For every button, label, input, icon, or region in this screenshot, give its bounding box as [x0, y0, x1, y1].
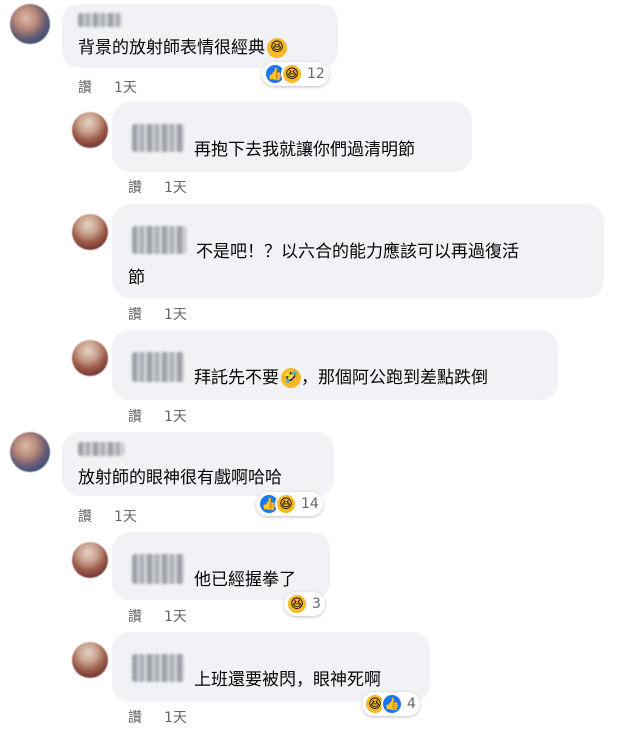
like-link[interactable]: 讚: [78, 509, 92, 525]
like-link[interactable]: 讚: [128, 609, 142, 625]
comment-text: 背景的放射師表情很經典 😆: [78, 36, 287, 60]
commenter-name[interactable]: [132, 124, 184, 152]
comment-actions: 讚 1天: [128, 304, 209, 324]
comment-bubble: 拜託先不要 🤣 ，那個阿公跑到差點跌倒: [112, 330, 558, 400]
laughing-emoji-icon: 😆: [267, 38, 287, 58]
comment-bubble: 他已經握拳了: [112, 532, 330, 600]
rolling-laughing-emoji-icon: 🤣: [281, 368, 301, 388]
reaction-summary[interactable]: 😆 👍 4: [362, 692, 420, 716]
commenter-name[interactable]: [132, 654, 184, 682]
reaction-count: 3: [312, 596, 321, 612]
laughing-face-icon: 😆: [286, 593, 308, 615]
comment-actions: 讚 1天: [128, 707, 209, 727]
comment-bubble: 放射師的眼神很有戲啊哈哈: [62, 432, 334, 496]
comment-text: 不是吧！？以六合的能力應該可以再過復活: [196, 242, 519, 262]
avatar[interactable]: [72, 214, 108, 250]
avatar[interactable]: [10, 4, 50, 44]
avatar[interactable]: [72, 642, 108, 678]
commenter-name[interactable]: [132, 554, 184, 584]
commenter-name[interactable]: [132, 226, 186, 254]
reaction-summary[interactable]: 😆 3: [284, 592, 325, 616]
laughing-face-icon: 😆: [281, 63, 303, 85]
comment-text: 拜託先不要 🤣 ，那個阿公跑到差點跌倒: [194, 368, 488, 388]
avatar[interactable]: [10, 432, 50, 472]
timestamp[interactable]: 1天: [164, 609, 187, 625]
avatar[interactable]: [72, 542, 108, 578]
reaction-summary[interactable]: 👍 😆 14: [256, 492, 323, 516]
comment-actions: 讚 1天: [78, 506, 159, 526]
laughing-face-icon: 😆: [275, 493, 297, 515]
timestamp[interactable]: 1天: [114, 509, 137, 525]
like-link[interactable]: 讚: [128, 180, 142, 196]
reaction-count: 14: [301, 496, 319, 512]
reaction-count: 12: [307, 66, 325, 82]
comment-bubble: 不是吧！？以六合的能力應該可以再過復活 節: [112, 204, 604, 298]
reaction-count: 4: [407, 696, 416, 712]
like-link[interactable]: 讚: [78, 80, 92, 96]
like-link[interactable]: 讚: [128, 710, 142, 726]
comment-actions: 讚 1天: [128, 606, 209, 626]
comment-bubble: 背景的放射師表情很經典 😆: [62, 4, 338, 68]
comment-text: 他已經握拳了: [194, 570, 296, 590]
comment-bubble: 再抱下去我就讓你們過清明節: [112, 102, 472, 172]
comment-text: 上班還要被閃，眼神死啊: [194, 670, 381, 690]
like-link[interactable]: 讚: [128, 409, 142, 425]
like-link[interactable]: 讚: [128, 307, 142, 323]
comment-text-continued: 節: [128, 268, 145, 288]
timestamp[interactable]: 1天: [164, 180, 187, 196]
commenter-name[interactable]: [78, 13, 122, 27]
timestamp[interactable]: 1天: [164, 307, 187, 323]
comment-actions: 讚 1天: [128, 177, 209, 197]
comment-text: 再抱下去我就讓你們過清明節: [194, 140, 415, 160]
avatar[interactable]: [72, 112, 108, 148]
timestamp[interactable]: 1天: [114, 80, 137, 96]
thumbs-up-icon: 👍: [381, 693, 403, 715]
avatar[interactable]: [72, 340, 108, 376]
timestamp[interactable]: 1天: [164, 409, 187, 425]
comment-actions: 讚 1天: [78, 77, 159, 97]
commenter-name[interactable]: [78, 442, 124, 456]
commenter-name[interactable]: [132, 352, 184, 382]
comment-actions: 讚 1天: [128, 406, 209, 426]
comment-text: 放射師的眼神很有戲啊哈哈: [78, 468, 282, 488]
timestamp[interactable]: 1天: [164, 710, 187, 726]
reaction-summary[interactable]: 👍 😆 12: [262, 62, 329, 86]
